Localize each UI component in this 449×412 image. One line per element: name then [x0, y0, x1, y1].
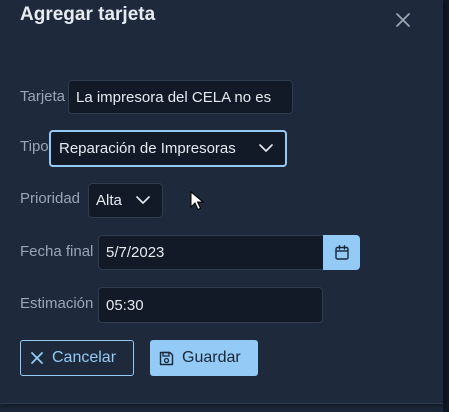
close-icon [30, 351, 44, 365]
cancel-button[interactable]: Cancelar [20, 340, 134, 376]
due-date-input[interactable]: 5/7/2023 [98, 235, 324, 270]
type-select-value: Reparación de Impresoras [59, 140, 236, 157]
card-input[interactable]: La impresora del CELA no es [68, 80, 293, 114]
mouse-pointer-icon [190, 191, 204, 211]
estimate-input[interactable]: 05:30 [98, 287, 323, 323]
chevron-down-icon [136, 196, 150, 204]
close-icon [396, 13, 410, 27]
estimate-value: 05:30 [106, 296, 144, 314]
add-card-dialog: Agregar tarjeta Tarjeta La impresora del… [0, 0, 443, 404]
save-button[interactable]: Guardar [150, 340, 258, 376]
date-picker-button[interactable] [323, 235, 360, 270]
modal-backdrop [443, 0, 449, 412]
card-input-value: La impresora del CELA no es [76, 88, 272, 106]
close-dialog-button[interactable] [393, 10, 413, 30]
priority-select[interactable]: Alta [88, 183, 163, 218]
calendar-icon [334, 245, 349, 260]
save-icon [159, 351, 174, 366]
due-date-value: 5/7/2023 [106, 244, 165, 261]
type-label: Tipo [20, 138, 49, 155]
due-date-label: Fecha final [20, 243, 94, 260]
chevron-down-icon [259, 144, 273, 152]
dialog-title: Agregar tarjeta [20, 4, 156, 25]
save-label: Guardar [182, 349, 241, 366]
cancel-label: Cancelar [52, 349, 117, 366]
type-select[interactable]: Reparación de Impresoras [49, 130, 287, 167]
estimate-label: Estimación [20, 295, 94, 312]
priority-label: Prioridad [20, 190, 81, 207]
priority-select-value: Alta [96, 192, 122, 209]
card-label: Tarjeta [20, 88, 66, 105]
